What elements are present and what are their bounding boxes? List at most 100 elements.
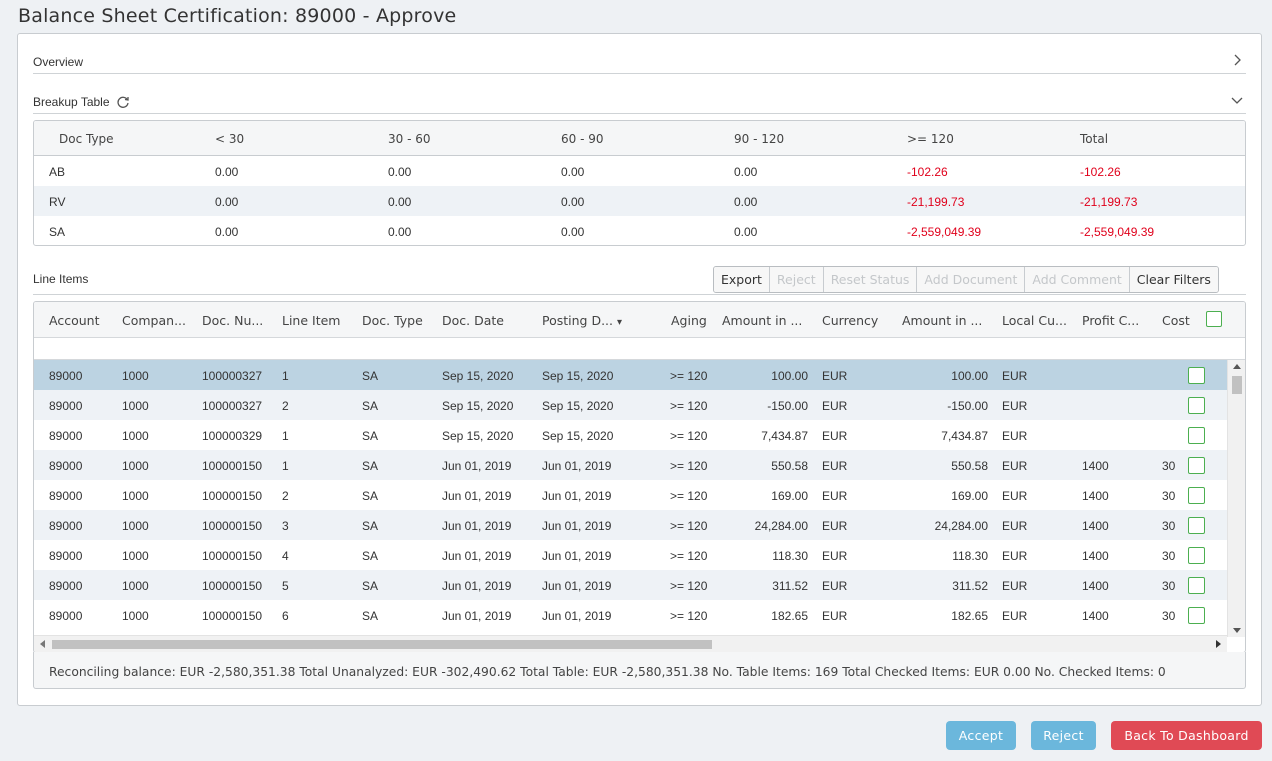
table-row[interactable]: 89000 1000 100000329 1 SA Sep 15, 2020 S… bbox=[34, 420, 1227, 450]
column-header-line-item[interactable]: Line Item bbox=[282, 313, 340, 328]
column-header-doc-type[interactable]: Doc. Type bbox=[362, 313, 423, 328]
cell-cost: 30 bbox=[1162, 579, 1176, 593]
cell-doc-type: SA bbox=[362, 459, 379, 473]
breakup-header-cell[interactable]: 90 - 120 bbox=[734, 132, 784, 146]
breakup-header-cell[interactable]: Doc Type bbox=[59, 132, 114, 146]
horizontal-scroll-thumb[interactable] bbox=[52, 640, 712, 649]
row-checkbox[interactable] bbox=[1188, 367, 1205, 384]
column-header-amount-doc[interactable]: Amount in ... bbox=[722, 313, 802, 328]
breakup-table-section[interactable]: Breakup Table bbox=[33, 74, 1246, 114]
column-header-posting-date[interactable]: Posting D... ▾ bbox=[542, 313, 622, 328]
back-to-dashboard-button[interactable]: Back To Dashboard bbox=[1111, 721, 1262, 750]
cell-aging: >= 120 bbox=[670, 609, 708, 623]
export-button[interactable]: Export bbox=[714, 267, 770, 292]
add-document-button[interactable]: Add Document bbox=[917, 267, 1026, 292]
cell-posting-date: Jun 01, 2019 bbox=[542, 459, 612, 473]
cell-amount-local: 169.00 bbox=[951, 489, 988, 503]
table-row[interactable]: 89000 1000 100000150 2 SA Jun 01, 2019 J… bbox=[34, 480, 1227, 510]
breakup-header-cell[interactable]: < 30 bbox=[215, 132, 244, 146]
horizontal-scrollbar[interactable] bbox=[34, 635, 1227, 652]
breakup-header-cell[interactable]: >= 120 bbox=[907, 132, 954, 146]
column-header-currency[interactable]: Currency bbox=[822, 313, 878, 328]
breakup-row[interactable]: SA 0.00 0.00 0.00 0.00 -2,559,049.39 -2,… bbox=[34, 216, 1245, 245]
cell-line-item: 1 bbox=[282, 369, 289, 383]
breakup-header-cell[interactable]: Total bbox=[1080, 132, 1108, 146]
select-all-checkbox[interactable] bbox=[1206, 311, 1222, 327]
vertical-scrollbar[interactable] bbox=[1227, 360, 1245, 637]
row-checkbox[interactable] bbox=[1188, 517, 1205, 534]
cell-line-item: 1 bbox=[282, 459, 289, 473]
reject-button[interactable]: Reject bbox=[1031, 721, 1096, 750]
breakup-cell: -21,199.73 bbox=[1080, 195, 1138, 209]
column-header-local-currency[interactable]: Local Cu... bbox=[1002, 313, 1067, 328]
row-checkbox[interactable] bbox=[1188, 547, 1205, 564]
column-header-aging[interactable]: Aging bbox=[671, 313, 707, 328]
table-row[interactable]: 89000 1000 100000150 1 SA Jun 01, 2019 J… bbox=[34, 450, 1227, 480]
cell-cost: 30 bbox=[1162, 519, 1176, 533]
vertical-scroll-thumb[interactable] bbox=[1232, 376, 1242, 394]
filter-row[interactable] bbox=[34, 338, 1245, 360]
scroll-up-icon[interactable] bbox=[1233, 364, 1241, 369]
breakup-cell: SA bbox=[49, 225, 66, 239]
column-header-doc-number[interactable]: Doc. Nu... bbox=[202, 313, 263, 328]
reset-status-button[interactable]: Reset Status bbox=[823, 267, 918, 292]
column-header-company[interactable]: Compan... bbox=[122, 313, 186, 328]
column-header-account[interactable]: Account bbox=[49, 313, 99, 328]
chevron-right-icon[interactable] bbox=[1230, 53, 1244, 67]
scroll-right-icon[interactable] bbox=[1216, 640, 1221, 648]
row-checkbox[interactable] bbox=[1188, 457, 1205, 474]
breakup-cell: 0.00 bbox=[215, 165, 239, 179]
cell-currency: EUR bbox=[822, 399, 848, 413]
column-header-profit-center[interactable]: Profit C... bbox=[1082, 313, 1139, 328]
sort-desc-icon: ▾ bbox=[617, 317, 623, 328]
clear-filters-button[interactable]: Clear Filters bbox=[1129, 267, 1218, 292]
row-checkbox[interactable] bbox=[1188, 607, 1205, 624]
row-checkbox[interactable] bbox=[1188, 397, 1205, 414]
cell-amount-local: 182.65 bbox=[951, 609, 988, 623]
add-comment-button[interactable]: Add Comment bbox=[1025, 267, 1130, 292]
row-checkbox[interactable] bbox=[1188, 427, 1205, 444]
table-row[interactable]: 89000 1000 100000150 3 SA Jun 01, 2019 J… bbox=[34, 510, 1227, 540]
cell-currency: EUR bbox=[822, 579, 848, 593]
table-row[interactable]: 89000 1000 100000327 2 SA Sep 15, 2020 S… bbox=[34, 390, 1227, 420]
row-checkbox[interactable] bbox=[1188, 487, 1205, 504]
cell-doc-type: SA bbox=[362, 399, 379, 413]
cell-line-item: 1 bbox=[282, 429, 289, 443]
cell-doc-date: Jun 01, 2019 bbox=[442, 609, 512, 623]
cell-local-currency: EUR bbox=[1002, 519, 1028, 533]
cell-cost: 30 bbox=[1162, 459, 1176, 473]
breakup-header-cell[interactable]: 60 - 90 bbox=[561, 132, 604, 146]
cell-doc-date: Sep 15, 2020 bbox=[442, 429, 514, 443]
accept-button[interactable]: Accept bbox=[946, 721, 1016, 750]
breakup-cell: AB bbox=[49, 165, 66, 179]
chevron-down-icon[interactable] bbox=[1230, 93, 1244, 107]
reject-items-button[interactable]: Reject bbox=[769, 267, 824, 292]
table-row[interactable]: 89000 1000 100000150 5 SA Jun 01, 2019 J… bbox=[34, 570, 1227, 600]
cell-doc-date: Jun 01, 2019 bbox=[442, 579, 512, 593]
cell-company: 1000 bbox=[122, 519, 149, 533]
cell-line-item: 4 bbox=[282, 549, 289, 563]
table-row[interactable]: 89000 1000 100000150 4 SA Jun 01, 2019 J… bbox=[34, 540, 1227, 570]
scroll-left-icon[interactable] bbox=[40, 640, 45, 648]
grid-header: Account Compan... Doc. Nu... Line Item D… bbox=[34, 302, 1245, 338]
cell-local-currency: EUR bbox=[1002, 579, 1028, 593]
cell-doc-number: 100000150 bbox=[202, 459, 263, 473]
cell-account: 89000 bbox=[49, 399, 83, 413]
overview-section[interactable]: Overview bbox=[33, 34, 1246, 74]
breakup-header-cell[interactable]: 30 - 60 bbox=[388, 132, 431, 146]
scroll-down-icon[interactable] bbox=[1233, 628, 1241, 633]
table-row[interactable]: 89000 1000 100000150 6 SA Jun 01, 2019 J… bbox=[34, 600, 1227, 630]
cell-company: 1000 bbox=[122, 429, 149, 443]
column-header-cost[interactable]: Cost bbox=[1162, 313, 1190, 328]
refresh-icon[interactable] bbox=[116, 95, 130, 109]
column-header-doc-date[interactable]: Doc. Date bbox=[442, 313, 504, 328]
row-checkbox[interactable] bbox=[1188, 577, 1205, 594]
cell-posting-date: Jun 01, 2019 bbox=[542, 519, 612, 533]
breakup-cell: -2,559,049.39 bbox=[907, 225, 982, 239]
cell-doc-type: SA bbox=[362, 429, 379, 443]
breakup-row[interactable]: RV 0.00 0.00 0.00 0.00 -21,199.73 -21,19… bbox=[34, 186, 1245, 216]
breakup-row[interactable]: AB 0.00 0.00 0.00 0.00 -102.26 -102.26 bbox=[34, 156, 1245, 186]
table-row[interactable]: 89000 1000 100000327 1 SA Sep 15, 2020 S… bbox=[34, 360, 1227, 390]
breakup-cell: 0.00 bbox=[388, 195, 412, 209]
column-header-amount-local[interactable]: Amount in ... bbox=[902, 313, 982, 328]
